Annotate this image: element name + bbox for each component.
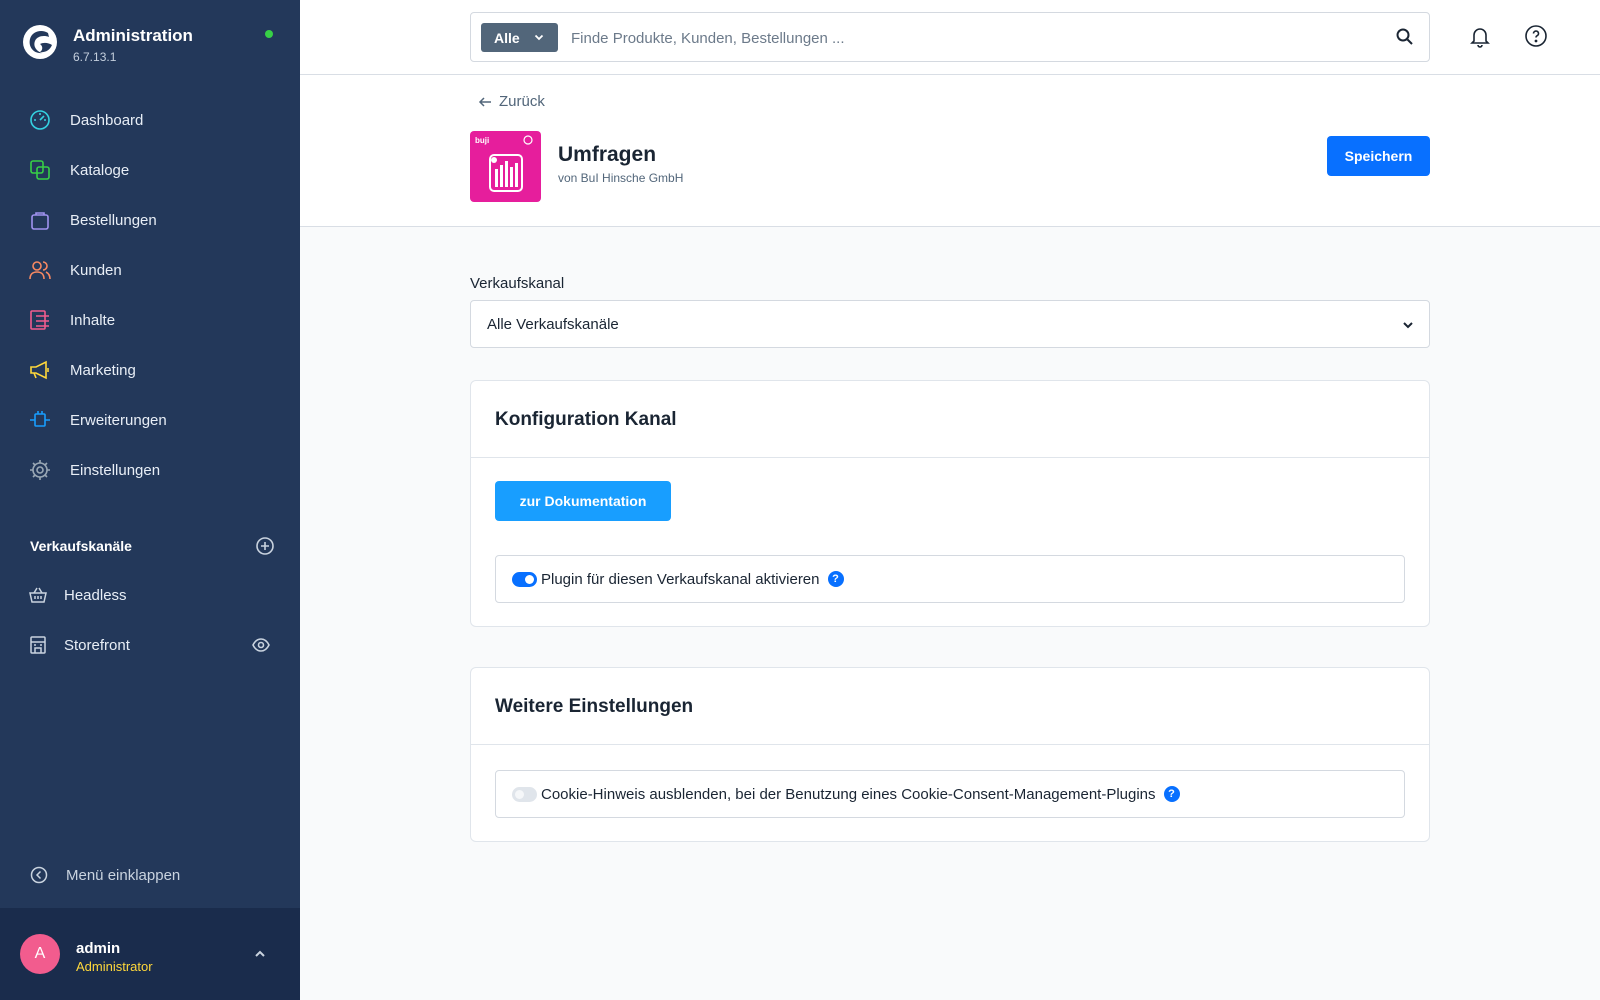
chevron-down-icon <box>534 34 544 41</box>
sales-channel-label: Storefront <box>64 636 130 654</box>
nav-item-kataloge[interactable]: Kataloge <box>0 145 300 195</box>
activate-plugin-switch[interactable] <box>512 571 537 587</box>
content-icon <box>28 308 52 332</box>
online-status-dot <box>265 30 273 38</box>
top-bar: Alle <box>300 0 1600 75</box>
help-tooltip-icon[interactable]: ? <box>1163 786 1180 802</box>
switch-knob <box>525 574 534 584</box>
global-search: Alle <box>470 12 1430 62</box>
eye-icon[interactable] <box>252 636 270 654</box>
documentation-button[interactable]: zur Dokumentation <box>495 481 671 521</box>
nav-label: Kunden <box>70 261 122 279</box>
plugin-vendor: von BuI Hinsche GmbH <box>558 171 684 185</box>
sales-channel-select[interactable]: Alle Verkaufskanäle <box>470 300 1430 348</box>
gear-icon <box>28 458 52 482</box>
user-name: admin <box>76 940 121 957</box>
sales-channels-header: Verkaufskanäle <box>30 536 275 556</box>
main-nav: Dashboard Kataloge Bestellungen Kunden I… <box>0 95 300 495</box>
brand: Administration 6.7.13.1 <box>22 24 193 64</box>
plugin-header: Zurück buji Umfragen von BuI Hinsche Gmb… <box>300 75 1600 227</box>
search-input[interactable] <box>571 25 1361 51</box>
logo-text: buji <box>475 136 489 145</box>
card-divider <box>471 457 1429 458</box>
basket-icon <box>29 587 47 603</box>
nav-item-marketing[interactable]: Marketing <box>0 345 300 395</box>
shopping-bag-icon <box>28 208 52 232</box>
card-divider <box>471 744 1429 745</box>
back-link[interactable]: Zurück <box>478 93 545 110</box>
plug-icon <box>28 408 52 432</box>
sales-channel-headless[interactable]: Headless <box>0 570 300 620</box>
sales-channels-title: Verkaufskanäle <box>30 538 132 554</box>
nav-label: Dashboard <box>70 111 144 129</box>
plugin-logo: buji <box>470 131 541 202</box>
chevron-down-icon <box>1403 322 1413 329</box>
nav-label: Bestellungen <box>70 211 157 229</box>
add-sales-channel-icon[interactable] <box>255 536 275 556</box>
user-bar[interactable]: A admin Administrator <box>0 908 300 1000</box>
chevron-left-circle-icon <box>30 866 48 884</box>
sales-channel-storefront[interactable]: Storefront <box>0 620 300 670</box>
save-button[interactable]: Speichern <box>1327 136 1430 176</box>
setting-label: Plugin für diesen Verkaufskanal aktivier… <box>541 570 820 588</box>
chevron-up-icon[interactable] <box>252 946 268 962</box>
nav-item-inhalte[interactable]: Inhalte <box>0 295 300 345</box>
user-role: Administrator <box>76 959 153 974</box>
channel-config-card: Konfiguration Kanal zur Dokumentation Pl… <box>470 380 1430 627</box>
nav-label: Kataloge <box>70 161 130 179</box>
hide-cookie-notice-setting: Cookie-Hinweis ausblenden, bei der Benut… <box>495 770 1405 818</box>
setting-label: Cookie-Hinweis ausblenden, bei der Benut… <box>541 785 1156 803</box>
switch-knob <box>515 789 524 799</box>
search-type-label: Alle <box>494 29 520 46</box>
collapse-menu-button[interactable]: Menü einklappen <box>30 866 180 884</box>
dashboard-icon <box>28 108 52 132</box>
nav-label: Inhalte <box>70 311 116 329</box>
bell-icon[interactable] <box>1468 24 1492 48</box>
sales-channel-select-value: Alle Verkaufskanäle <box>487 316 619 333</box>
app-version: 6.7.13.1 <box>73 50 117 64</box>
avatar: A <box>20 934 60 974</box>
arrow-left-icon <box>478 96 491 107</box>
customers-icon <box>28 258 52 282</box>
search-type-dropdown[interactable]: Alle <box>481 23 558 52</box>
nav-item-erweiterungen[interactable]: Erweiterungen <box>0 395 300 445</box>
nav-item-kunden[interactable]: Kunden <box>0 245 300 295</box>
card-title: Konfiguration Kanal <box>495 409 677 430</box>
activate-plugin-setting: Plugin für diesen Verkaufskanal aktivier… <box>495 555 1405 603</box>
help-icon[interactable] <box>1524 24 1548 48</box>
help-tooltip-icon[interactable]: ? <box>827 571 844 587</box>
app-title: Administration <box>73 26 193 45</box>
collapse-menu-label: Menü einklappen <box>66 866 181 884</box>
card-title: Weitere Einstellungen <box>495 696 694 717</box>
shopware-logo-icon <box>23 25 57 59</box>
survey-chart-icon: buji <box>475 135 533 192</box>
nav-label: Marketing <box>70 361 136 379</box>
nav-item-bestellungen[interactable]: Bestellungen <box>0 195 300 245</box>
nav-label: Erweiterungen <box>70 411 167 429</box>
further-settings-card: Weitere Einstellungen Cookie-Hinweis aus… <box>470 667 1430 842</box>
sales-channel-label: Headless <box>64 586 127 604</box>
plugin-name: Umfragen <box>558 143 657 166</box>
sales-channel-select-label: Verkaufskanal <box>470 275 565 292</box>
storefront-icon <box>30 636 46 654</box>
megaphone-icon <box>28 358 52 382</box>
sidebar: Administration 6.7.13.1 Dashboard Katalo… <box>0 0 300 1000</box>
sales-channel-list: Headless Storefront <box>0 570 300 670</box>
nav-item-dashboard[interactable]: Dashboard <box>0 95 300 145</box>
back-label: Zurück <box>499 93 545 110</box>
hide-cookie-notice-switch[interactable] <box>512 786 537 802</box>
catalog-icon <box>28 158 52 182</box>
nav-label: Einstellungen <box>70 461 161 479</box>
search-icon[interactable] <box>1395 27 1415 47</box>
nav-item-einstellungen[interactable]: Einstellungen <box>0 445 300 495</box>
